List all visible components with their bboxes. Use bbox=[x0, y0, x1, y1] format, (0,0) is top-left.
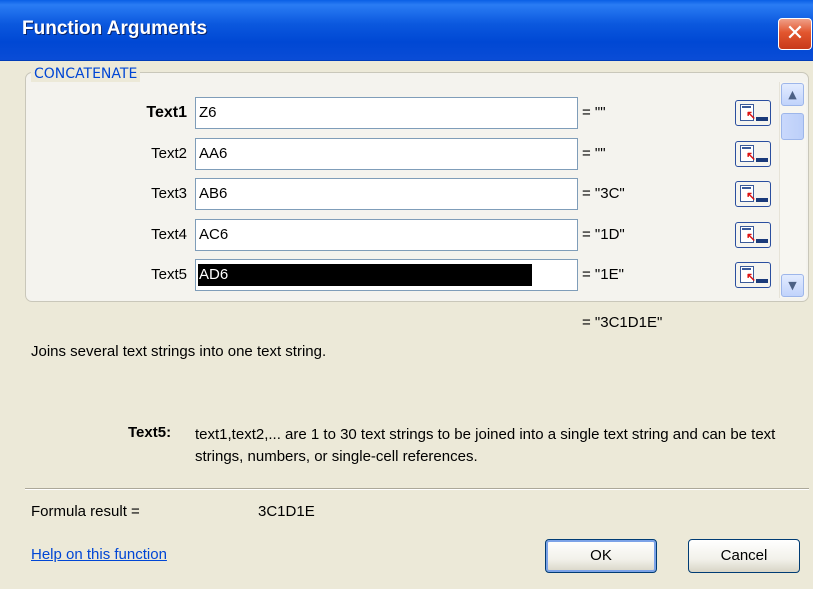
text5-label: Text5 bbox=[151, 266, 187, 283]
text5-result: = "1E" bbox=[582, 266, 624, 283]
text1-input[interactable]: Z6 ↖ bbox=[195, 97, 771, 129]
help-argument-name: Text5: bbox=[128, 424, 172, 441]
text4-input[interactable]: AC6 ↖ bbox=[195, 219, 771, 251]
formula-result-label: Formula result = bbox=[31, 503, 140, 520]
help-link[interactable]: Help on this function bbox=[31, 546, 167, 563]
text5-value: AD6 bbox=[198, 264, 532, 286]
text4-collapse-button[interactable]: ↖ bbox=[735, 222, 771, 248]
text1-collapse-button[interactable]: ↖ bbox=[735, 100, 771, 126]
text1-result: = "" bbox=[582, 104, 606, 121]
function-name: CONCATENATE bbox=[31, 66, 141, 82]
arguments-scrollbar[interactable]: ▲ ▼ bbox=[779, 82, 806, 298]
text4-value: AC6 bbox=[199, 226, 229, 243]
text4-label: Text4 bbox=[151, 226, 187, 243]
text2-label: Text2 bbox=[151, 145, 187, 162]
text2-value: AA6 bbox=[199, 145, 228, 162]
text1-label: Text1 bbox=[146, 104, 187, 121]
text3-result: = "3C" bbox=[582, 185, 625, 202]
ok-button[interactable]: OK bbox=[545, 539, 657, 573]
scroll-up-button[interactable]: ▲ bbox=[781, 83, 804, 106]
text5-input[interactable]: AD6 ↖ bbox=[195, 259, 771, 291]
cancel-button[interactable]: Cancel bbox=[688, 539, 800, 573]
text3-input[interactable]: AB6 ↖ bbox=[195, 178, 771, 210]
text3-value: AB6 bbox=[199, 185, 228, 202]
text2-collapse-button[interactable]: ↖ bbox=[735, 141, 771, 167]
text1-value: Z6 bbox=[199, 104, 217, 121]
text2-input[interactable]: AA6 ↖ bbox=[195, 138, 771, 170]
close-button[interactable]: ✕ bbox=[778, 18, 812, 50]
scroll-thumb[interactable] bbox=[781, 113, 804, 140]
text3-label: Text3 bbox=[151, 185, 187, 202]
text3-collapse-button[interactable]: ↖ bbox=[735, 181, 771, 207]
chevron-up-icon: ▲ bbox=[788, 88, 797, 101]
chevron-down-icon: ▼ bbox=[788, 279, 797, 292]
scroll-down-button[interactable]: ▼ bbox=[781, 274, 804, 297]
function-description: Joins several text strings into one text… bbox=[31, 343, 327, 360]
title-bar[interactable]: Function Arguments ✕ bbox=[0, 0, 813, 61]
close-icon: ✕ bbox=[785, 21, 805, 46]
text4-result: = "1D" bbox=[582, 226, 625, 243]
help-argument-text: text1,text2,... are 1 to 30 text strings… bbox=[195, 426, 776, 465]
window-title: Function Arguments bbox=[22, 18, 208, 39]
divider bbox=[25, 488, 809, 490]
text5-collapse-button[interactable]: ↖ bbox=[735, 262, 771, 288]
text2-result: = "" bbox=[582, 145, 606, 162]
function-result: = "3C1D1E" bbox=[582, 314, 663, 331]
formula-result-value: 3C1D1E bbox=[258, 503, 315, 520]
